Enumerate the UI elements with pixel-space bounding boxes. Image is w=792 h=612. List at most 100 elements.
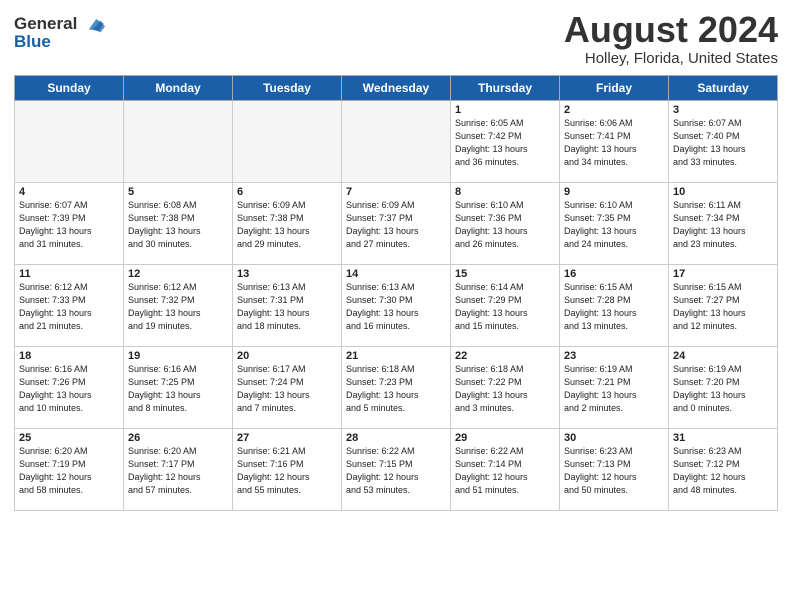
day-number: 23 <box>564 350 664 362</box>
calendar-cell: 4Sunrise: 6:07 AMSunset: 7:39 PMDaylight… <box>15 182 124 264</box>
day-info: Sunrise: 6:18 AMSunset: 7:22 PMDaylight:… <box>455 363 555 415</box>
day-number: 10 <box>673 186 773 198</box>
logo: General Blue <box>14 14 105 52</box>
calendar-cell: 15Sunrise: 6:14 AMSunset: 7:29 PMDayligh… <box>451 264 560 346</box>
day-info: Sunrise: 6:15 AMSunset: 7:28 PMDaylight:… <box>564 281 664 333</box>
calendar-cell: 8Sunrise: 6:10 AMSunset: 7:36 PMDaylight… <box>451 182 560 264</box>
calendar-cell: 9Sunrise: 6:10 AMSunset: 7:35 PMDaylight… <box>560 182 669 264</box>
day-number: 15 <box>455 268 555 280</box>
calendar-cell: 12Sunrise: 6:12 AMSunset: 7:32 PMDayligh… <box>124 264 233 346</box>
day-info: Sunrise: 6:14 AMSunset: 7:29 PMDaylight:… <box>455 281 555 333</box>
calendar-cell: 29Sunrise: 6:22 AMSunset: 7:14 PMDayligh… <box>451 428 560 510</box>
calendar-cell: 7Sunrise: 6:09 AMSunset: 7:37 PMDaylight… <box>342 182 451 264</box>
calendar-cell: 22Sunrise: 6:18 AMSunset: 7:22 PMDayligh… <box>451 346 560 428</box>
day-number: 31 <box>673 432 773 444</box>
calendar-cell <box>342 100 451 182</box>
day-number: 24 <box>673 350 773 362</box>
title-block: August 2024 Holley, Florida, United Stat… <box>564 10 778 67</box>
day-number: 22 <box>455 350 555 362</box>
day-info: Sunrise: 6:10 AMSunset: 7:36 PMDaylight:… <box>455 199 555 251</box>
day-number: 6 <box>237 186 337 198</box>
day-info: Sunrise: 6:12 AMSunset: 7:33 PMDaylight:… <box>19 281 119 333</box>
day-info: Sunrise: 6:13 AMSunset: 7:30 PMDaylight:… <box>346 281 446 333</box>
weekday-header-sunday: Sunday <box>15 75 124 100</box>
month-title: August 2024 <box>564 10 778 50</box>
calendar-week-row: 11Sunrise: 6:12 AMSunset: 7:33 PMDayligh… <box>15 264 778 346</box>
day-number: 8 <box>455 186 555 198</box>
day-number: 13 <box>237 268 337 280</box>
calendar-cell: 10Sunrise: 6:11 AMSunset: 7:34 PMDayligh… <box>669 182 778 264</box>
logo-bird-icon <box>83 16 105 34</box>
calendar-cell: 13Sunrise: 6:13 AMSunset: 7:31 PMDayligh… <box>233 264 342 346</box>
calendar-cell: 5Sunrise: 6:08 AMSunset: 7:38 PMDaylight… <box>124 182 233 264</box>
day-info: Sunrise: 6:08 AMSunset: 7:38 PMDaylight:… <box>128 199 228 251</box>
weekday-header-wednesday: Wednesday <box>342 75 451 100</box>
day-info: Sunrise: 6:19 AMSunset: 7:20 PMDaylight:… <box>673 363 773 415</box>
day-info: Sunrise: 6:07 AMSunset: 7:40 PMDaylight:… <box>673 117 773 169</box>
calendar-cell: 16Sunrise: 6:15 AMSunset: 7:28 PMDayligh… <box>560 264 669 346</box>
day-info: Sunrise: 6:18 AMSunset: 7:23 PMDaylight:… <box>346 363 446 415</box>
day-info: Sunrise: 6:10 AMSunset: 7:35 PMDaylight:… <box>564 199 664 251</box>
calendar-cell: 27Sunrise: 6:21 AMSunset: 7:16 PMDayligh… <box>233 428 342 510</box>
calendar-cell: 1Sunrise: 6:05 AMSunset: 7:42 PMDaylight… <box>451 100 560 182</box>
day-info: Sunrise: 6:09 AMSunset: 7:37 PMDaylight:… <box>346 199 446 251</box>
day-number: 21 <box>346 350 446 362</box>
calendar-week-row: 25Sunrise: 6:20 AMSunset: 7:19 PMDayligh… <box>15 428 778 510</box>
day-number: 25 <box>19 432 119 444</box>
calendar-cell <box>15 100 124 182</box>
calendar-week-row: 18Sunrise: 6:16 AMSunset: 7:26 PMDayligh… <box>15 346 778 428</box>
day-info: Sunrise: 6:05 AMSunset: 7:42 PMDaylight:… <box>455 117 555 169</box>
day-number: 2 <box>564 104 664 116</box>
day-info: Sunrise: 6:20 AMSunset: 7:19 PMDaylight:… <box>19 445 119 497</box>
day-number: 29 <box>455 432 555 444</box>
day-info: Sunrise: 6:23 AMSunset: 7:12 PMDaylight:… <box>673 445 773 497</box>
calendar-cell <box>233 100 342 182</box>
location: Holley, Florida, United States <box>564 50 778 67</box>
calendar-cell <box>124 100 233 182</box>
day-info: Sunrise: 6:11 AMSunset: 7:34 PMDaylight:… <box>673 199 773 251</box>
day-info: Sunrise: 6:15 AMSunset: 7:27 PMDaylight:… <box>673 281 773 333</box>
calendar-cell: 19Sunrise: 6:16 AMSunset: 7:25 PMDayligh… <box>124 346 233 428</box>
logo-blue: Blue <box>14 32 105 52</box>
day-info: Sunrise: 6:13 AMSunset: 7:31 PMDaylight:… <box>237 281 337 333</box>
calendar-cell: 30Sunrise: 6:23 AMSunset: 7:13 PMDayligh… <box>560 428 669 510</box>
calendar-cell: 3Sunrise: 6:07 AMSunset: 7:40 PMDaylight… <box>669 100 778 182</box>
day-number: 30 <box>564 432 664 444</box>
calendar-table: SundayMondayTuesdayWednesdayThursdayFrid… <box>14 75 778 511</box>
calendar-cell: 20Sunrise: 6:17 AMSunset: 7:24 PMDayligh… <box>233 346 342 428</box>
weekday-header-tuesday: Tuesday <box>233 75 342 100</box>
page-container: General Blue August 2024 Holley, Florida… <box>0 0 792 519</box>
calendar-cell: 31Sunrise: 6:23 AMSunset: 7:12 PMDayligh… <box>669 428 778 510</box>
header: General Blue August 2024 Holley, Florida… <box>14 10 778 67</box>
day-number: 9 <box>564 186 664 198</box>
day-info: Sunrise: 6:06 AMSunset: 7:41 PMDaylight:… <box>564 117 664 169</box>
day-number: 5 <box>128 186 228 198</box>
day-info: Sunrise: 6:20 AMSunset: 7:17 PMDaylight:… <box>128 445 228 497</box>
day-info: Sunrise: 6:22 AMSunset: 7:15 PMDaylight:… <box>346 445 446 497</box>
day-number: 16 <box>564 268 664 280</box>
calendar-cell: 26Sunrise: 6:20 AMSunset: 7:17 PMDayligh… <box>124 428 233 510</box>
calendar-cell: 11Sunrise: 6:12 AMSunset: 7:33 PMDayligh… <box>15 264 124 346</box>
day-info: Sunrise: 6:12 AMSunset: 7:32 PMDaylight:… <box>128 281 228 333</box>
day-info: Sunrise: 6:09 AMSunset: 7:38 PMDaylight:… <box>237 199 337 251</box>
day-number: 28 <box>346 432 446 444</box>
day-info: Sunrise: 6:21 AMSunset: 7:16 PMDaylight:… <box>237 445 337 497</box>
calendar-cell: 14Sunrise: 6:13 AMSunset: 7:30 PMDayligh… <box>342 264 451 346</box>
day-number: 19 <box>128 350 228 362</box>
day-info: Sunrise: 6:19 AMSunset: 7:21 PMDaylight:… <box>564 363 664 415</box>
calendar-week-row: 1Sunrise: 6:05 AMSunset: 7:42 PMDaylight… <box>15 100 778 182</box>
day-number: 17 <box>673 268 773 280</box>
day-number: 14 <box>346 268 446 280</box>
calendar-cell: 28Sunrise: 6:22 AMSunset: 7:15 PMDayligh… <box>342 428 451 510</box>
weekday-header-friday: Friday <box>560 75 669 100</box>
day-number: 11 <box>19 268 119 280</box>
day-number: 27 <box>237 432 337 444</box>
calendar-header-row: SundayMondayTuesdayWednesdayThursdayFrid… <box>15 75 778 100</box>
calendar-cell: 21Sunrise: 6:18 AMSunset: 7:23 PMDayligh… <box>342 346 451 428</box>
day-info: Sunrise: 6:23 AMSunset: 7:13 PMDaylight:… <box>564 445 664 497</box>
calendar-cell: 23Sunrise: 6:19 AMSunset: 7:21 PMDayligh… <box>560 346 669 428</box>
weekday-header-saturday: Saturday <box>669 75 778 100</box>
day-number: 20 <box>237 350 337 362</box>
day-number: 26 <box>128 432 228 444</box>
day-number: 12 <box>128 268 228 280</box>
